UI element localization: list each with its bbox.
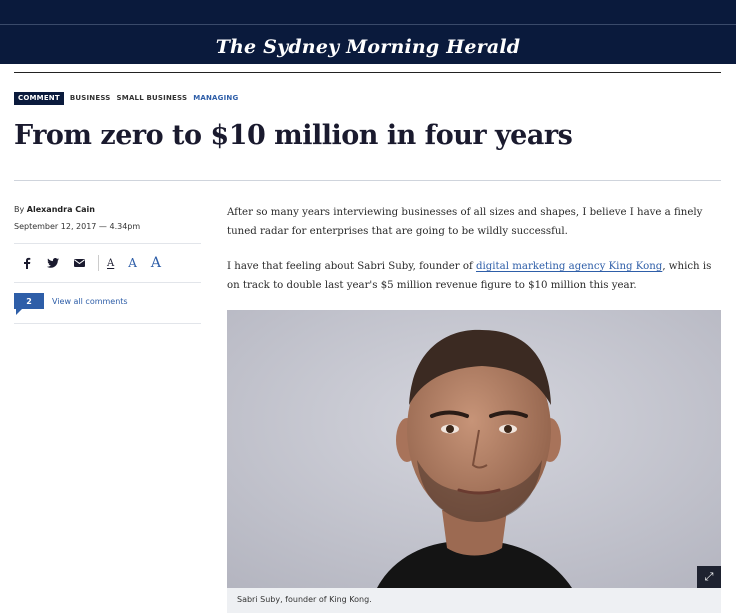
section-tags: COMMENT BUSINESS SMALL BUSINESS MANAGING <box>14 91 238 105</box>
byline-prefix: By <box>14 205 25 214</box>
masthead-line <box>0 24 736 25</box>
twitter-icon[interactable] <box>40 255 66 271</box>
tag-managing[interactable]: MANAGING <box>193 94 238 102</box>
comment-count-badge[interactable]: 2 <box>14 293 44 315</box>
share-toolbar: A A A <box>14 254 201 272</box>
byline: By Alexandra Cain <box>14 205 95 214</box>
font-size-small-button[interactable]: A <box>107 258 114 269</box>
divider <box>14 282 201 283</box>
tag-comment[interactable]: COMMENT <box>14 91 64 105</box>
divider <box>14 180 721 181</box>
email-icon[interactable] <box>66 255 92 271</box>
article-paragraph: I have that feeling about Sabri Suby, fo… <box>227 257 721 295</box>
divider <box>14 243 201 244</box>
divider <box>14 323 201 324</box>
king-kong-link[interactable]: digital marketing agency King Kong <box>476 261 662 272</box>
font-size-large-button[interactable]: A <box>151 255 161 271</box>
caption-bar: Sabri Suby, founder of King Kong. <box>227 588 721 613</box>
expand-icon[interactable]: ⤢ <box>697 566 721 588</box>
article-photo[interactable]: ⤢ <box>227 310 721 588</box>
site-logo[interactable]: The Sydney Morning Herald <box>0 36 736 58</box>
font-size-medium-button[interactable]: A <box>128 256 137 270</box>
publish-date: September 12, 2017 — 4.34pm <box>14 222 141 231</box>
divider <box>14 72 721 73</box>
masthead: The Sydney Morning Herald <box>0 0 736 64</box>
article-paragraph: After so many years interviewing busines… <box>227 207 703 237</box>
comments-widget: 2 View all comments <box>14 293 128 315</box>
facebook-icon[interactable] <box>14 255 40 271</box>
tag-small-business[interactable]: SMALL BUSINESS <box>117 94 188 102</box>
portrait-illustration <box>227 310 721 588</box>
toolbar-separator <box>98 255 99 271</box>
paragraph-text: I have that feeling about Sabri Suby, fo… <box>227 261 476 272</box>
author-link[interactable]: Alexandra Cain <box>27 205 95 214</box>
article-headline: From zero to $10 million in four years <box>14 120 573 151</box>
view-comments-link[interactable]: View all comments <box>52 297 128 306</box>
tag-business[interactable]: BUSINESS <box>70 94 111 102</box>
photo-caption: Sabri Suby, founder of King Kong. <box>237 595 372 604</box>
